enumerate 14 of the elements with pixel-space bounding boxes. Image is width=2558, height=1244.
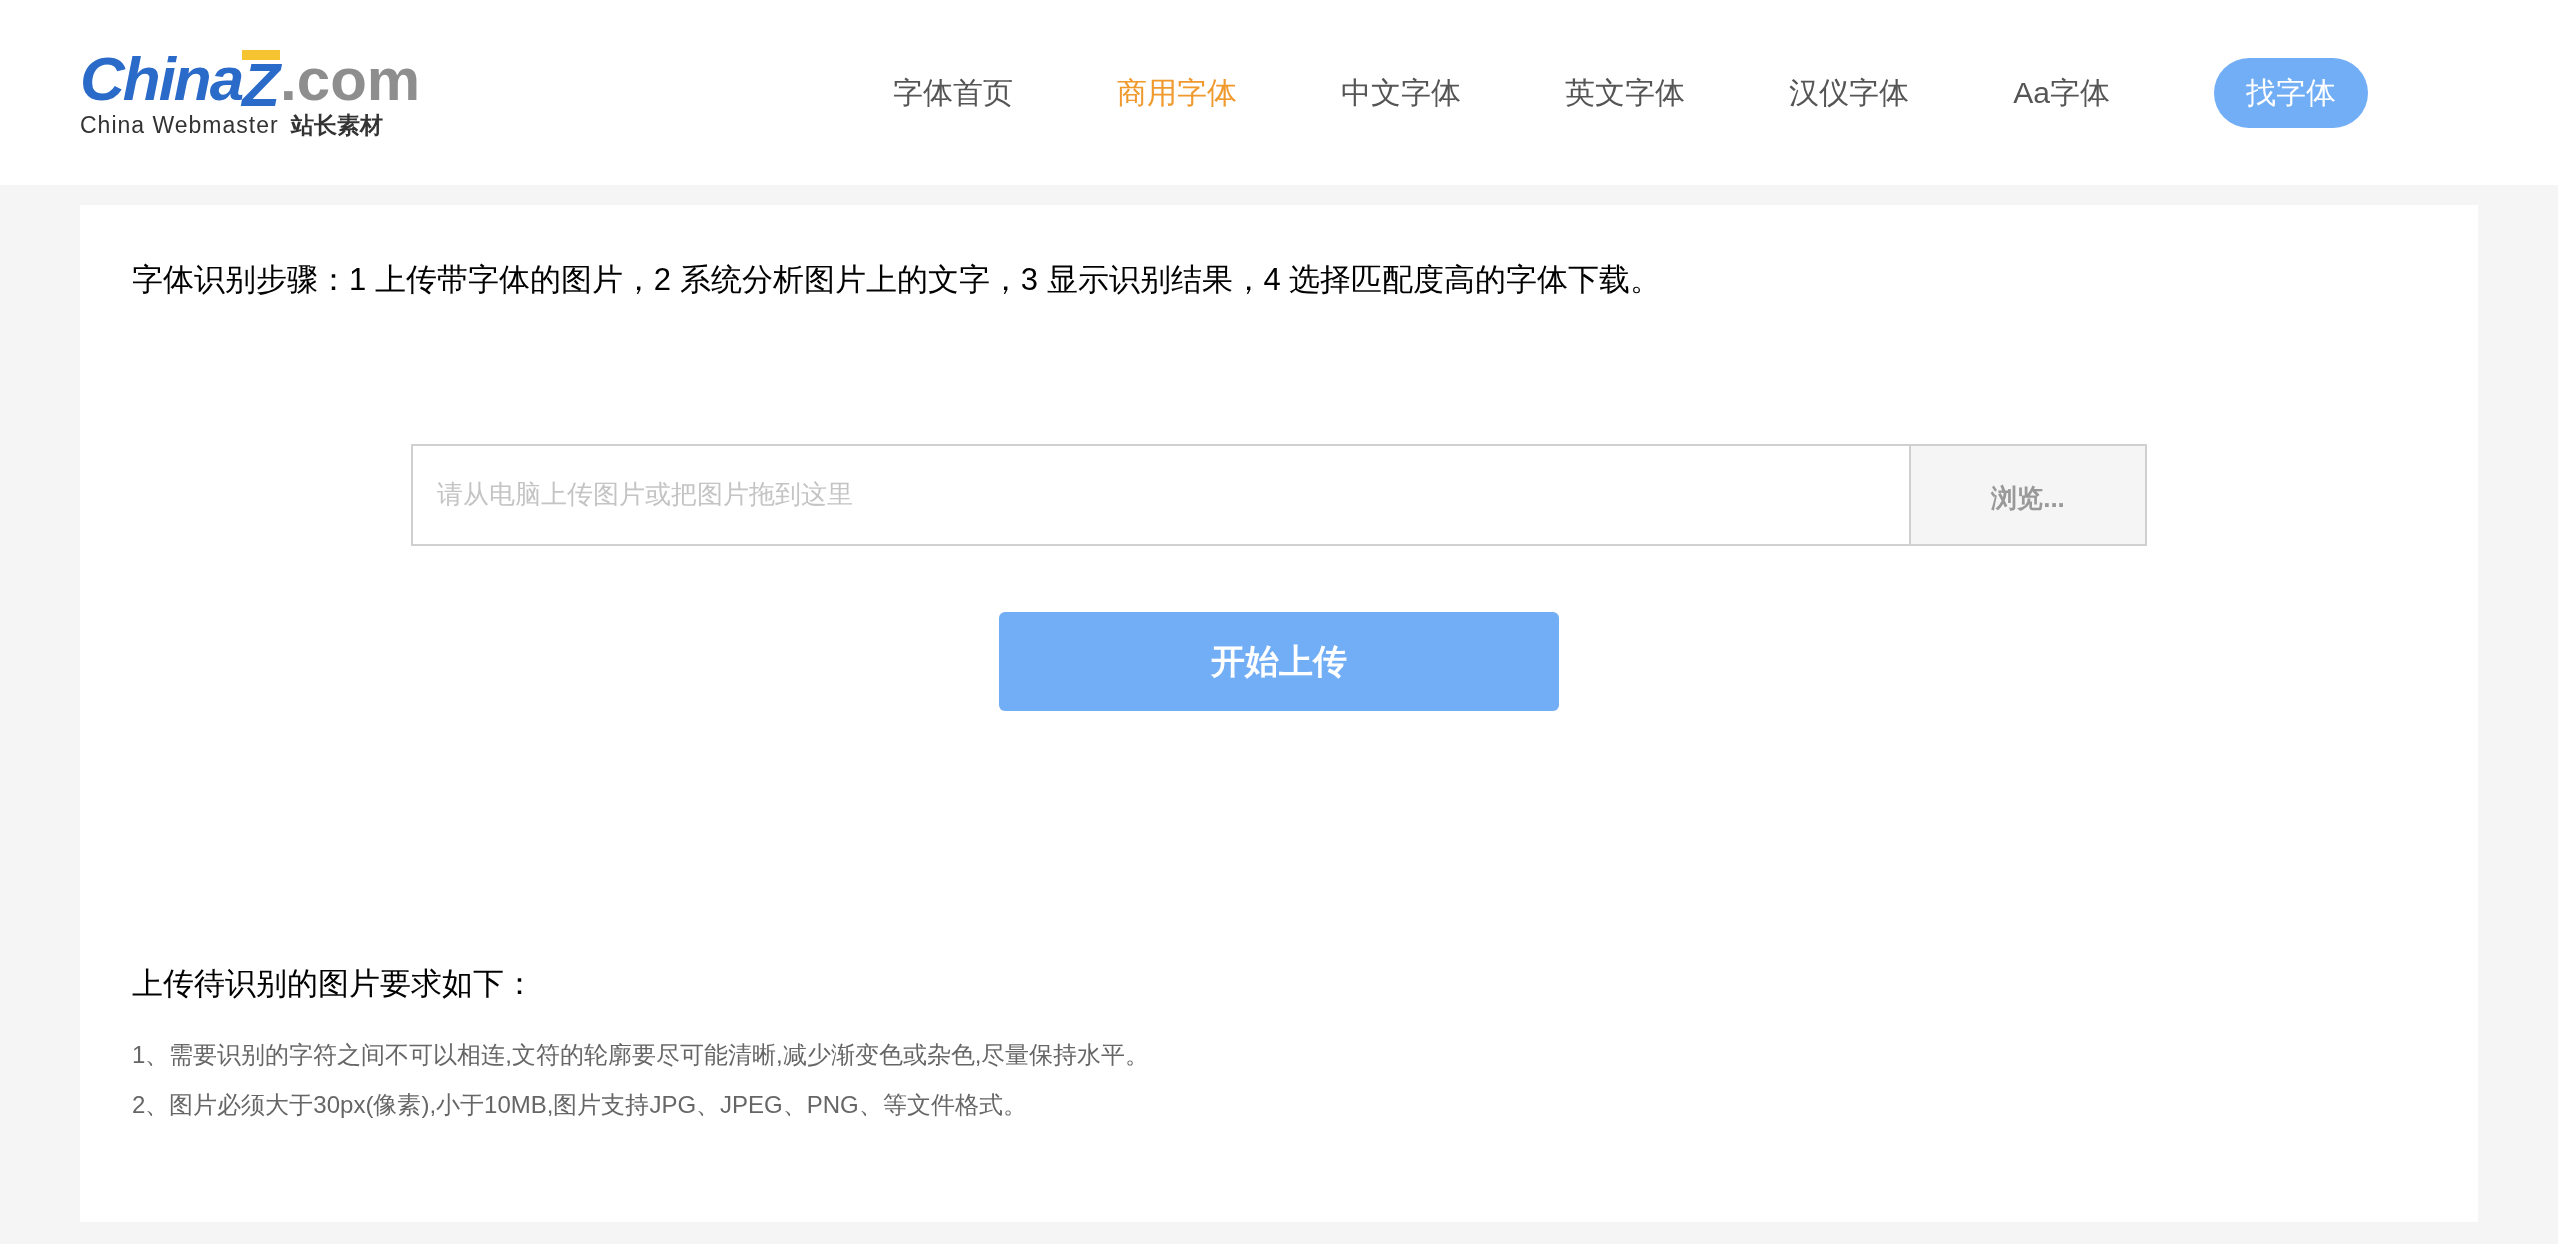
- nav-link[interactable]: 中文字体: [1341, 70, 1462, 115]
- logo-mark: Z: [242, 50, 281, 110]
- nav-link[interactable]: 英文字体: [1565, 70, 1686, 115]
- requirement-text: 2、图片必须大于30px(像素),小于10MB,图片支持JPG、JPEG、PNG、等文件格式。: [132, 1090, 1028, 1120]
- nav-link[interactable]: 汉仪字体: [1789, 70, 1910, 115]
- requirement-text: 1、需要识别的字符之间不可以相连,文符的轮廓要尽可能清晰,减少渐变色或杂色,尽量保持水平。: [132, 1040, 1151, 1070]
- logo-tagline: China Webmaster: [80, 114, 279, 137]
- nav-link[interactable]: 字体首页: [893, 70, 1014, 115]
- logo[interactable]: ChinaZ.com China Webmaster 站长素材: [80, 48, 421, 137]
- file-input-field[interactable]: 请从电脑上传图片或把图片拖到这里: [411, 443, 1911, 546]
- nav-link[interactable]: Aa字体: [2013, 70, 2110, 115]
- logo-tagline-chinese: 站长素材: [290, 114, 383, 137]
- requirements-title: 上传待识别的图片要求如下：: [132, 964, 536, 1003]
- steps-text: 字体识别步骤：1 上传带字体的图片，2 系统分析图片上的文字，3 显示识别结果，4 选择匹配度高的字体下载。: [132, 261, 1663, 299]
